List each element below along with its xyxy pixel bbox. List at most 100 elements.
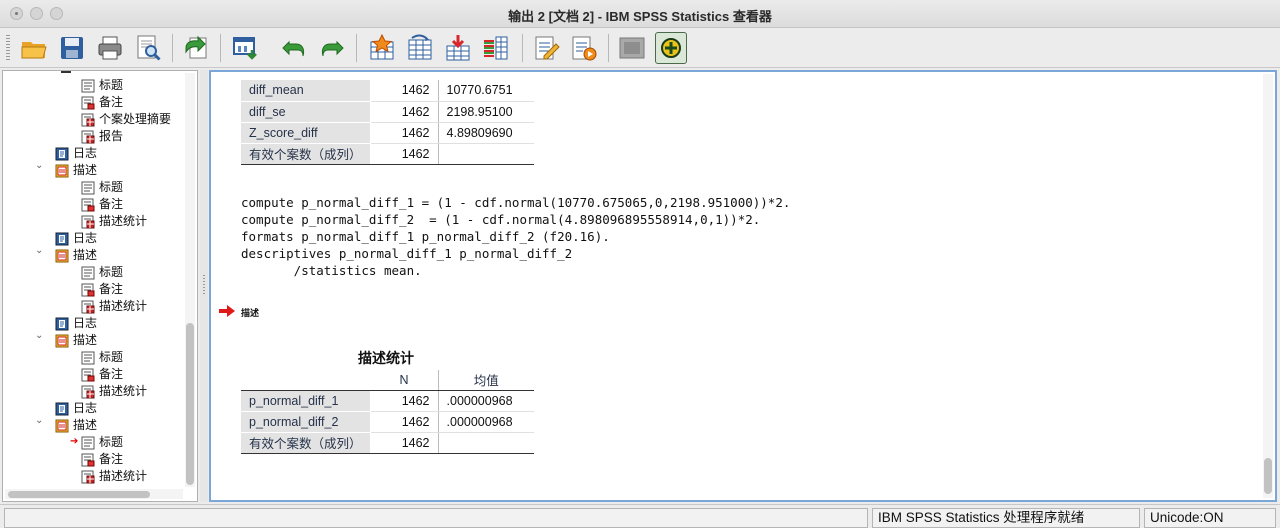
upper-statistics-table[interactable]: diff_mean 1462 10770.6751 diff_se 1462 2… bbox=[241, 80, 535, 165]
outline-item-label: 标题 bbox=[99, 78, 124, 92]
table-row: p_normal_diff_2 1462 .000000968 bbox=[241, 411, 535, 433]
undo-icon[interactable] bbox=[278, 32, 310, 64]
content-vertical-scrollbar[interactable] bbox=[1263, 74, 1273, 498]
log-icon bbox=[55, 317, 69, 331]
expand-collapse-icon[interactable]: ⌄ bbox=[35, 245, 45, 256]
outline-item[interactable]: 描述 bbox=[55, 332, 97, 349]
outline-item[interactable]: 描述 bbox=[55, 417, 97, 434]
outline-item[interactable]: 备注 bbox=[81, 451, 123, 468]
cell-value: .000000968 bbox=[437, 411, 535, 433]
pane-splitter[interactable] bbox=[200, 70, 208, 502]
new-output-icon[interactable] bbox=[655, 32, 687, 64]
outline-item[interactable]: 备注 bbox=[81, 196, 123, 213]
outline-item[interactable]: 日志 bbox=[55, 315, 97, 332]
cell-value: 4.89809690 bbox=[437, 122, 535, 144]
outline-item[interactable]: 备注 bbox=[81, 94, 123, 111]
syntax-line: formats p_normal_diff_1 p_normal_diff_2 … bbox=[241, 229, 610, 244]
outline-item[interactable]: 标题 bbox=[81, 264, 123, 281]
save-icon[interactable] bbox=[56, 32, 88, 64]
outline-item[interactable]: 日志 bbox=[55, 230, 97, 247]
outline-item-label: 标题 bbox=[99, 435, 124, 449]
outline-item[interactable]: 描述统计 bbox=[81, 468, 147, 485]
open-icon[interactable] bbox=[18, 32, 50, 64]
scrollbar-thumb[interactable] bbox=[186, 323, 194, 485]
outline-item-label: 描述 bbox=[73, 248, 98, 262]
table-icon bbox=[81, 385, 95, 399]
print-preview-icon[interactable] bbox=[132, 32, 164, 64]
row-label: p_normal_diff_1 bbox=[241, 390, 371, 412]
print-icon[interactable] bbox=[94, 32, 126, 64]
syntax-log[interactable]: compute p_normal_diff_1 = (1 - cdf.norma… bbox=[241, 194, 790, 279]
export-icon[interactable] bbox=[180, 32, 212, 64]
outline-item-label: 备注 bbox=[99, 197, 124, 211]
expand-collapse-icon[interactable]: ⌄ bbox=[35, 330, 45, 341]
recall-dialog-icon[interactable] bbox=[230, 32, 262, 64]
table-icon bbox=[81, 130, 95, 144]
goto-variable-icon[interactable] bbox=[404, 32, 436, 64]
variables-icon[interactable] bbox=[480, 32, 512, 64]
title-bar: 输出 2 [文档 2] - IBM SPSS Statistics 查看器 bbox=[0, 0, 1280, 28]
goto-case-icon[interactable] bbox=[366, 32, 398, 64]
outline-item-label: 报告 bbox=[99, 129, 124, 143]
expand-collapse-icon[interactable]: ⌄ bbox=[35, 415, 45, 426]
outline-item[interactable]: 备注 bbox=[81, 281, 123, 298]
outline-item-label: 描述 bbox=[73, 163, 98, 177]
cell-n: 1462 bbox=[369, 390, 439, 412]
outline-item[interactable]: 备注 bbox=[81, 366, 123, 383]
outline-item[interactable]: 标题 bbox=[81, 77, 123, 94]
outline-item[interactable]: 描述 bbox=[55, 247, 97, 264]
insert-cases-icon[interactable] bbox=[442, 32, 474, 64]
outline-item[interactable]: 标题 bbox=[81, 349, 123, 366]
outline-item-label: 个案处理摘要 bbox=[99, 112, 172, 126]
outline-item[interactable]: 日志 bbox=[55, 145, 97, 162]
outline-vertical-scrollbar[interactable] bbox=[185, 73, 195, 487]
outline-item-label: 日志 bbox=[73, 146, 98, 160]
redo-icon[interactable] bbox=[316, 32, 348, 64]
create-edit-icon[interactable] bbox=[530, 32, 562, 64]
outline-item-label: 备注 bbox=[99, 282, 124, 296]
outline-item[interactable]: 个案处理摘要 bbox=[81, 111, 171, 128]
log-icon bbox=[55, 232, 69, 246]
scrollbar-thumb[interactable] bbox=[8, 491, 150, 498]
outline-item-label: 描述 bbox=[73, 333, 98, 347]
outline-pane[interactable]: 标题 备注 个案处理摘要 报告 日志 描述 ⌄ 标题 备注 描述统计 日志 描述 ⌄ 标题 备注 描述统计 日志… bbox=[2, 70, 198, 502]
output-content-pane[interactable]: diff_mean 1462 10770.6751 diff_se 1462 2… bbox=[209, 70, 1277, 502]
toolbar-grip[interactable] bbox=[6, 35, 10, 61]
toolbar-separator bbox=[356, 34, 357, 62]
designate-window-icon[interactable] bbox=[616, 32, 648, 64]
outline-item[interactable]: 标题 bbox=[81, 434, 123, 451]
cell-n: 1462 bbox=[369, 143, 439, 165]
table-row: diff_mean 1462 10770.6751 bbox=[241, 80, 535, 102]
outline-item[interactable]: 描述统计 bbox=[81, 213, 147, 230]
descriptive-statistics-table[interactable]: N 均值 p_normal_diff_1 1462 .000000968 p_n… bbox=[241, 370, 535, 454]
syntax-line: /statistics mean. bbox=[241, 263, 422, 278]
outline-horizontal-scrollbar[interactable] bbox=[5, 489, 183, 499]
cell-n: 1462 bbox=[369, 432, 439, 454]
syntax-line: descriptives p_normal_diff_1 p_normal_di… bbox=[241, 246, 573, 261]
procedure-icon bbox=[55, 164, 69, 178]
outline-item-label: 备注 bbox=[99, 452, 124, 466]
outline-item[interactable]: 描述 bbox=[55, 162, 97, 179]
run-script-icon[interactable] bbox=[568, 32, 600, 64]
table-title[interactable]: 描述统计 bbox=[241, 348, 531, 368]
outline-item[interactable]: 描述统计 bbox=[81, 298, 147, 315]
procedure-title[interactable]: 描述 bbox=[241, 306, 259, 319]
expand-collapse-icon[interactable]: ⌄ bbox=[35, 160, 45, 171]
column-header-n: N bbox=[369, 370, 439, 391]
toolbar bbox=[0, 28, 1280, 68]
outline-item-label: 日志 bbox=[73, 401, 98, 415]
row-label: 有效个案数（成列） bbox=[241, 432, 371, 454]
outline-item[interactable]: 描述统计 bbox=[81, 383, 147, 400]
outline-item-label: 备注 bbox=[99, 367, 124, 381]
column-header-mean: 均值 bbox=[437, 370, 535, 391]
notes-icon bbox=[81, 368, 95, 382]
outline-item[interactable]: 标题 bbox=[81, 179, 123, 196]
row-label: diff_se bbox=[241, 101, 371, 123]
title-icon bbox=[81, 79, 95, 93]
outline-item[interactable]: 日志 bbox=[55, 400, 97, 417]
outline-item-label: 备注 bbox=[99, 95, 124, 109]
outline-item[interactable]: 报告 bbox=[81, 128, 123, 145]
scrollbar-thumb[interactable] bbox=[1264, 458, 1272, 494]
tree-line bbox=[61, 71, 71, 73]
toolbar-separator bbox=[172, 34, 173, 62]
